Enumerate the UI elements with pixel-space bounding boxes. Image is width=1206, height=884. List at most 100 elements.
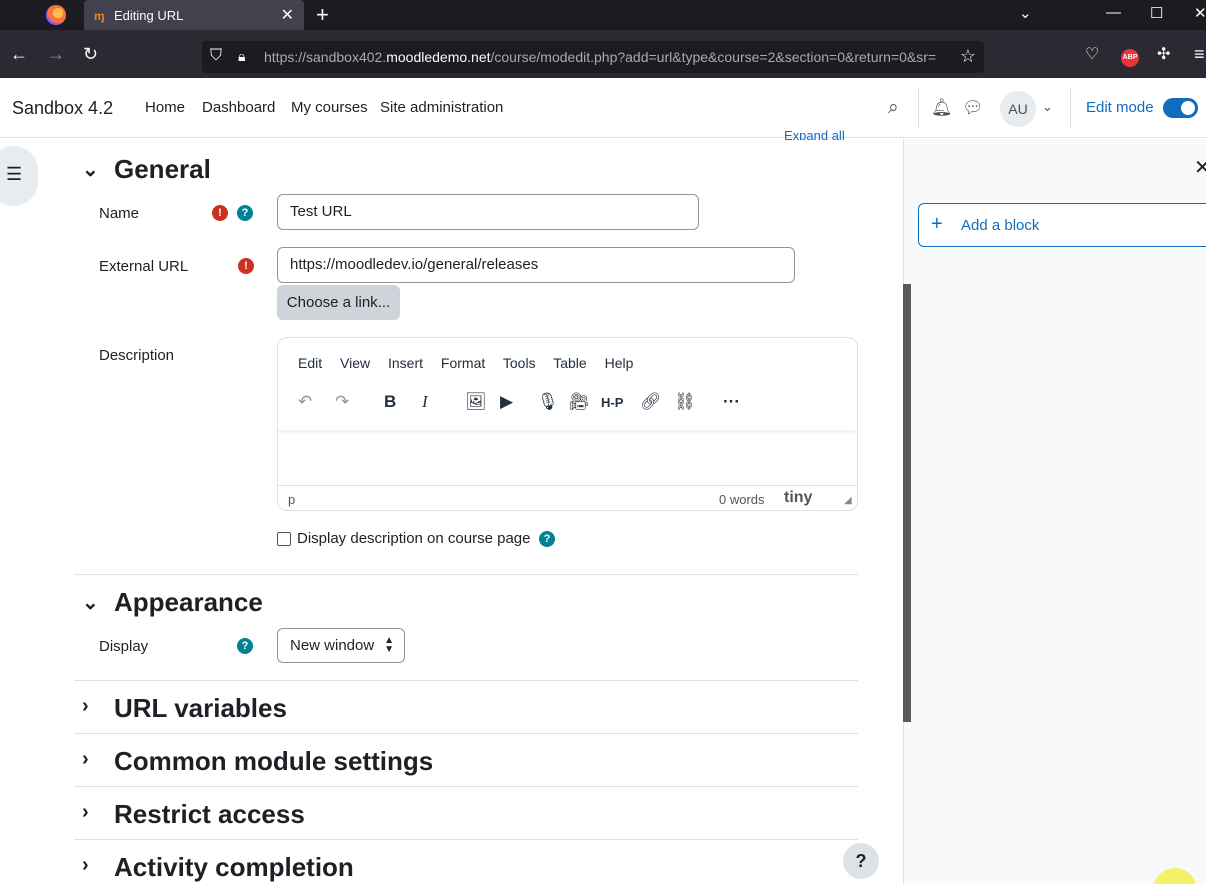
- editor-menu-help[interactable]: Help: [605, 355, 634, 371]
- section-divider: [74, 574, 858, 575]
- close-window-icon[interactable]: ✕: [1194, 4, 1206, 22]
- general-chevron-down-icon[interactable]: ⌄: [82, 157, 99, 182]
- section-general-title[interactable]: General: [114, 154, 211, 185]
- section-divider: [74, 839, 858, 840]
- tab-close-icon[interactable]: ✕: [281, 5, 294, 25]
- microphone-icon[interactable]: 🎙︎: [537, 392, 559, 412]
- user-menu-chevron-down-icon[interactable]: ⌄: [1042, 99, 1053, 115]
- display-description-checkbox[interactable]: [277, 532, 291, 546]
- italic-icon[interactable]: I: [422, 392, 428, 412]
- moodle-favicon-icon: ɱ: [94, 9, 105, 23]
- tab-title: Editing URL: [114, 8, 184, 23]
- external-url-input[interactable]: https://moodledev.io/general/releases: [277, 247, 795, 283]
- editor-statusbar: p 0 words tiny ◢: [278, 485, 857, 511]
- section-appearance-title[interactable]: Appearance: [114, 587, 263, 618]
- browser-tab-active[interactable]: ɱ Editing URL ✕: [84, 0, 304, 30]
- help-icon[interactable]: ?: [237, 638, 253, 654]
- back-icon[interactable]: ←: [10, 44, 28, 65]
- external-url-label: External URL: [99, 258, 189, 275]
- add-block-label: Add a block: [961, 217, 1040, 234]
- name-input[interactable]: Test URL: [277, 194, 699, 230]
- link-icon[interactable]: 🔗︎: [640, 392, 662, 412]
- activity-completion-chevron-right-icon[interactable]: ›: [82, 854, 89, 877]
- edit-mode-toggle[interactable]: [1163, 98, 1198, 118]
- site-brand[interactable]: Sandbox 4.2: [12, 98, 113, 119]
- address-bar[interactable]: ⛉ 🔒︎ https://sandbox402.moodledemo.net/c…: [202, 41, 984, 73]
- url-variables-chevron-right-icon[interactable]: ›: [82, 695, 89, 718]
- display-select[interactable]: New window ▲ ▼: [277, 628, 405, 663]
- editor-menu-format[interactable]: Format: [441, 355, 485, 371]
- restrict-access-chevron-right-icon[interactable]: ›: [82, 801, 89, 824]
- header-divider-2: [1070, 88, 1071, 128]
- adblock-plus-icon[interactable]: ABP: [1121, 49, 1139, 67]
- search-icon[interactable]: ⌕: [888, 97, 899, 119]
- minimize-window-icon[interactable]: —: [1106, 4, 1121, 21]
- tab-list-chevron-icon[interactable]: ⌄: [1019, 4, 1032, 22]
- extensions-icon[interactable]: ✣: [1157, 44, 1170, 64]
- bookmark-star-icon[interactable]: ☆: [960, 46, 976, 67]
- menu-icon[interactable]: ≡: [1194, 44, 1205, 65]
- forward-icon[interactable]: →: [47, 44, 65, 65]
- messages-chat-icon[interactable]: 💬︎: [962, 98, 984, 118]
- notifications-bell-icon[interactable]: 🔔︎: [931, 98, 953, 118]
- unlink-icon[interactable]: ⛓︎: [674, 392, 696, 412]
- undo-icon[interactable]: ↶: [298, 392, 312, 412]
- help-icon[interactable]: ?: [237, 205, 253, 221]
- required-icon: !: [212, 205, 228, 221]
- close-drawer-icon[interactable]: ✕: [1194, 155, 1206, 180]
- display-label: Display: [99, 638, 149, 655]
- new-tab-button[interactable]: +: [316, 2, 329, 28]
- user-avatar[interactable]: AU: [1000, 91, 1036, 127]
- editor-menu-insert[interactable]: Insert: [388, 355, 423, 371]
- common-module-settings-chevron-right-icon[interactable]: ›: [82, 748, 89, 771]
- bold-icon[interactable]: B: [384, 392, 396, 412]
- editor-element-path[interactable]: p: [288, 492, 295, 507]
- video-camera-icon[interactable]: 🎥︎: [568, 392, 590, 412]
- plus-icon: +: [931, 213, 943, 235]
- redo-icon[interactable]: ↷: [335, 392, 349, 412]
- add-block-button[interactable]: + Add a block: [918, 203, 1206, 247]
- url-text[interactable]: https://sandbox402.moodledemo.net/course…: [264, 49, 954, 65]
- browser-nav-bar: ← → ↻ ⛉ 🔒︎ https://sandbox402.moodledemo…: [0, 30, 1206, 78]
- editor-menu-edit[interactable]: Edit: [298, 355, 322, 371]
- nav-my-courses[interactable]: My courses: [291, 99, 368, 116]
- choose-link-button[interactable]: Choose a link...: [277, 285, 400, 320]
- editor-menu-view[interactable]: View: [340, 355, 370, 371]
- media-icon[interactable]: ▶︎: [500, 392, 513, 412]
- toolbar-shadow: [278, 426, 857, 430]
- pocket-icon[interactable]: ♡: [1085, 44, 1099, 64]
- edit-mode-label[interactable]: Edit mode: [1086, 99, 1154, 116]
- nav-home[interactable]: Home: [145, 99, 185, 116]
- section-restrict-access-title[interactable]: Restrict access: [114, 799, 305, 830]
- list-icon: ☰: [6, 164, 23, 184]
- editor-menu-table[interactable]: Table: [553, 355, 586, 371]
- more-options-icon[interactable]: ···: [723, 392, 740, 412]
- nav-dashboard[interactable]: Dashboard: [202, 99, 275, 116]
- appearance-chevron-down-icon[interactable]: ⌄: [82, 590, 99, 615]
- editor-word-count[interactable]: 0 words: [719, 492, 765, 507]
- image-icon[interactable]: 🖼︎: [465, 392, 487, 412]
- section-activity-completion-title[interactable]: Activity completion: [114, 852, 354, 883]
- h5p-icon[interactable]: H-P: [601, 395, 623, 410]
- description-editor: Edit View Insert Format Tools Table Help…: [277, 337, 858, 511]
- display-description-label[interactable]: Display description on course page: [297, 530, 530, 547]
- nav-site-administration[interactable]: Site administration: [380, 99, 503, 116]
- help-icon[interactable]: ?: [539, 531, 555, 547]
- tracking-shield-icon[interactable]: ⛉: [210, 47, 222, 65]
- description-label: Description: [99, 347, 175, 364]
- site-header: Sandbox 4.2 Home Dashboard My courses Si…: [0, 78, 1206, 138]
- expand-all-link[interactable]: Expand all: [784, 128, 845, 140]
- resize-handle-icon[interactable]: ◢: [844, 495, 852, 506]
- maximize-window-icon[interactable]: ☐: [1150, 4, 1163, 22]
- editor-menu-tools[interactable]: Tools: [503, 355, 536, 371]
- lock-icon[interactable]: 🔒︎: [238, 48, 245, 65]
- help-fab-button[interactable]: ?: [843, 843, 879, 879]
- course-index-drawer-button[interactable]: ☰: [0, 146, 38, 206]
- section-divider: [74, 733, 858, 734]
- browser-tab-bar: ɱ Editing URL ✕ + ⌄ — ☐ ✕: [0, 0, 1206, 30]
- reload-icon[interactable]: ↻: [83, 44, 98, 65]
- page-scrollbar[interactable]: [903, 284, 911, 722]
- tiny-logo[interactable]: tiny: [784, 489, 812, 507]
- section-common-module-settings-title[interactable]: Common module settings: [114, 746, 433, 777]
- section-url-variables-title[interactable]: URL variables: [114, 693, 287, 724]
